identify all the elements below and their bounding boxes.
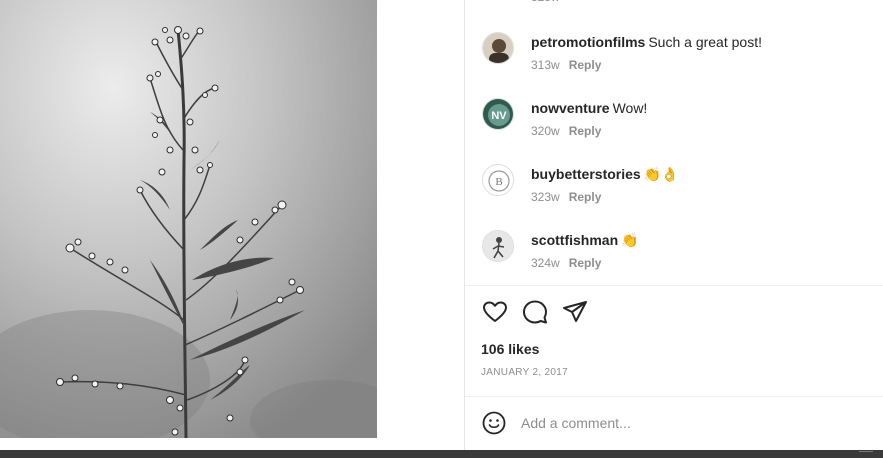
add-comment-bar bbox=[481, 408, 871, 438]
comment-meta: 320w Reply bbox=[531, 124, 601, 138]
comment-username[interactable]: nowventure bbox=[531, 100, 610, 116]
avatar-image bbox=[483, 231, 513, 261]
smiley-icon[interactable] bbox=[481, 410, 507, 436]
post-details-panel: 325w petromotionfilmsSuch a great post! … bbox=[464, 0, 883, 450]
svg-text:B: B bbox=[495, 176, 502, 188]
comment-item: NV nowventure Wow! 320w Reply bbox=[482, 98, 872, 148]
avatar-image: NV bbox=[483, 99, 513, 129]
reply-button[interactable]: Reply bbox=[569, 190, 602, 204]
comment-username[interactable]: buybetterstories bbox=[531, 166, 641, 182]
divider bbox=[465, 396, 883, 397]
comment-text: scottfishman 👏 bbox=[531, 231, 639, 249]
avatar-image: B bbox=[483, 165, 513, 195]
comment-body: 👏 bbox=[621, 232, 639, 248]
comment-meta: 324w Reply bbox=[531, 256, 601, 270]
comment-body: Wow! bbox=[612, 100, 648, 116]
post-photo bbox=[0, 0, 377, 438]
svg-text:NV: NV bbox=[491, 110, 507, 122]
comment-age[interactable]: 320w bbox=[531, 124, 560, 138]
avatar[interactable] bbox=[482, 32, 514, 64]
likes-count[interactable]: 106 likes bbox=[481, 341, 539, 357]
reply-button[interactable]: Reply bbox=[569, 124, 602, 138]
avatar[interactable]: NV bbox=[482, 98, 514, 130]
comment-icon[interactable] bbox=[521, 298, 549, 326]
comment-age[interactable]: 324w bbox=[531, 256, 560, 270]
avatar-image bbox=[483, 33, 513, 63]
comment-input[interactable] bbox=[521, 412, 851, 434]
comment-text: nowventure Wow! bbox=[531, 99, 647, 117]
comment-item: petromotionfilms Such a great post! 313w R… bbox=[482, 32, 872, 82]
comment-body: Such a great post! bbox=[648, 34, 762, 50]
reply-button[interactable]: Reply bbox=[569, 256, 602, 270]
comment-text: petromotionfilms Such a great post! bbox=[531, 33, 762, 51]
comment-body: 👏👌 bbox=[643, 166, 679, 182]
reply-button[interactable]: Reply bbox=[569, 58, 602, 72]
comment-item: B buybetterstories 👏👌 323w Reply bbox=[482, 164, 872, 214]
plant-photo-illustration bbox=[0, 0, 377, 438]
bottom-bar-mark bbox=[859, 451, 873, 458]
comment-username[interactable]: scottfishman bbox=[531, 232, 618, 248]
comment-text: buybetterstories 👏👌 bbox=[531, 165, 679, 183]
comment-age[interactable]: 313w bbox=[531, 58, 560, 72]
avatar[interactable] bbox=[482, 230, 514, 262]
previous-comment-age: 325w bbox=[531, 0, 560, 4]
comment-age[interactable]: 323w bbox=[531, 190, 560, 204]
divider bbox=[465, 285, 883, 286]
comment-meta: 323w Reply bbox=[531, 190, 601, 204]
avatar[interactable]: B bbox=[482, 164, 514, 196]
post-date[interactable]: JANUARY 2, 2017 bbox=[481, 367, 568, 378]
comment-item: scottfishman 👏 324w Reply bbox=[482, 230, 872, 280]
comment-meta: 313w Reply bbox=[531, 58, 601, 72]
heart-icon[interactable] bbox=[481, 298, 509, 326]
share-icon[interactable] bbox=[561, 298, 589, 326]
bottom-bar bbox=[0, 450, 883, 458]
comment-username[interactable]: petromotionfilms bbox=[531, 34, 645, 50]
